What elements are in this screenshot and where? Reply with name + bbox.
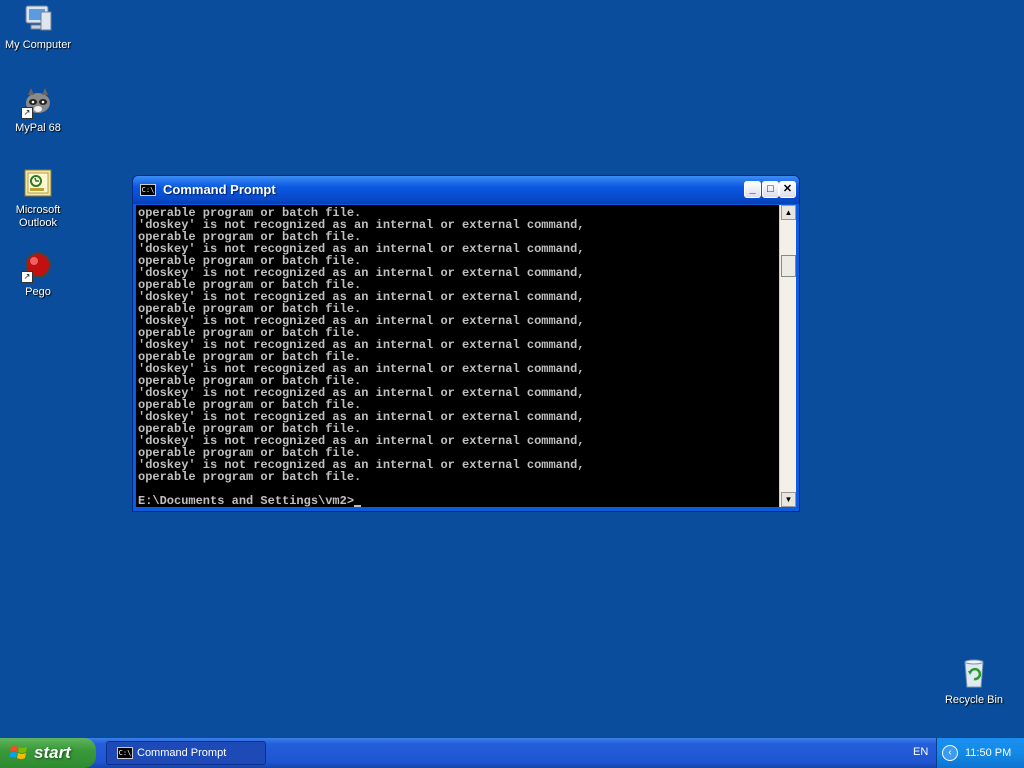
scroll-down-button[interactable]: ▼: [781, 492, 796, 507]
taskbar-item-label: Command Prompt: [137, 747, 227, 759]
computer-icon: [21, 2, 55, 36]
desktop-icon-pego[interactable]: ↗ Pego: [0, 249, 76, 299]
window-titlebar[interactable]: C:\ Command Prompt _ □ ✕: [133, 176, 799, 204]
desktop-icon-label: My Computer: [4, 39, 72, 51]
taskbar: start C:\ Command Prompt: [0, 738, 1024, 768]
desktop-icon-label: Microsoft Outlook: [15, 204, 61, 229]
red-ball-icon: ↗: [21, 249, 55, 283]
language-indicator[interactable]: EN: [913, 746, 928, 758]
desktop-icon-label: Recycle Bin: [944, 694, 1004, 706]
taskbar-item-command-prompt[interactable]: C:\ Command Prompt: [106, 741, 266, 765]
scroll-thumb[interactable]: [781, 255, 796, 277]
close-button[interactable]: ✕: [779, 181, 796, 198]
scroll-up-button[interactable]: ▲: [781, 205, 796, 220]
shortcut-arrow-icon: ↗: [21, 271, 33, 283]
console-line: operable program or batch file.: [138, 470, 362, 484]
window-title: Command Prompt: [163, 182, 276, 197]
command-prompt-window[interactable]: C:\ Command Prompt _ □ ✕ operable progra…: [132, 175, 800, 512]
command-prompt-icon: C:\: [140, 184, 156, 196]
start-label: start: [34, 743, 71, 762]
show-hidden-icons-chevron-icon[interactable]: ‹: [942, 745, 958, 761]
desktop-icon-my-computer[interactable]: My Computer: [0, 2, 76, 52]
console-area[interactable]: operable program or batch file.'doskey' …: [136, 205, 796, 507]
clock[interactable]: 11:50 PM: [965, 747, 1011, 759]
windows-flag-icon: [10, 746, 27, 759]
text-cursor: [354, 505, 362, 507]
desktop-icon-outlook[interactable]: Microsoft Outlook: [0, 167, 76, 230]
console-line: E:\Documents and Settings\vm2>: [138, 495, 777, 507]
recycle-bin-icon: [957, 657, 991, 691]
desktop-icon-label: MyPal 68: [15, 122, 61, 134]
vertical-scrollbar[interactable]: ▲ ▼: [779, 205, 796, 507]
outlook-icon: [21, 167, 55, 201]
shortcut-arrow-icon: ↗: [21, 107, 33, 119]
desktop-icon-mypal[interactable]: ↗ MyPal 68: [0, 85, 76, 135]
maximize-button[interactable]: □: [762, 181, 779, 198]
desktop-icon-label: Pego: [25, 286, 51, 298]
command-prompt-icon: C:\: [117, 747, 133, 759]
start-button[interactable]: start: [0, 738, 96, 768]
console-output[interactable]: operable program or batch file.'doskey' …: [138, 207, 777, 507]
raccoon-browser-icon: ↗: [21, 85, 55, 119]
minimize-button[interactable]: _: [744, 181, 761, 198]
system-tray: ‹ 11:50 PM: [936, 738, 1024, 768]
desktop-icon-recycle-bin[interactable]: Recycle Bin: [936, 657, 1012, 707]
